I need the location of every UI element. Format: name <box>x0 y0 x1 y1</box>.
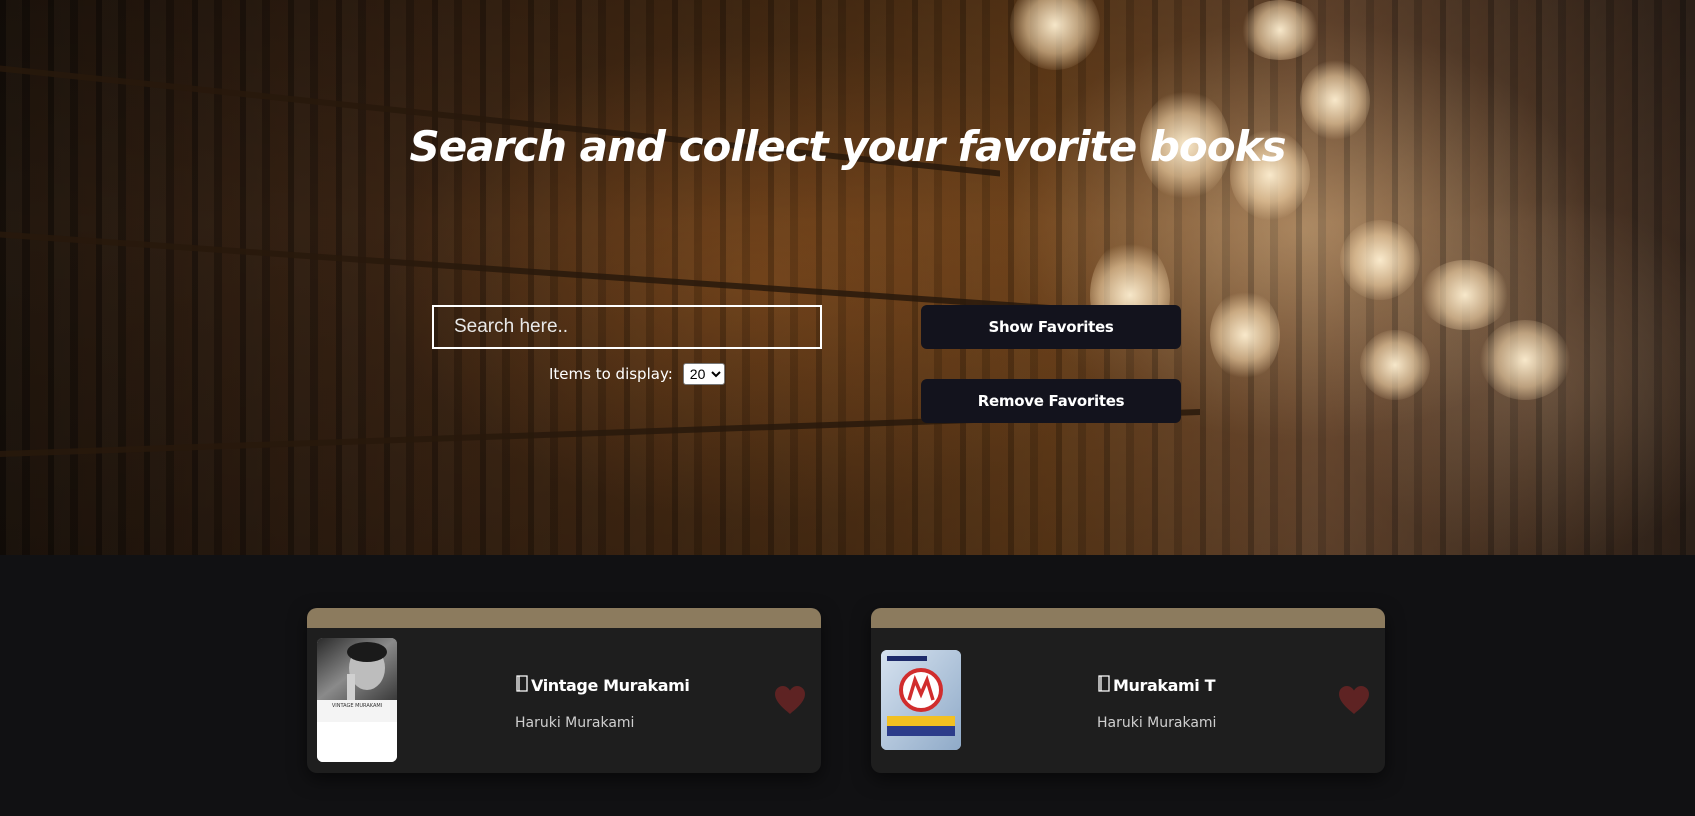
search-input[interactable] <box>432 305 822 349</box>
book-cover-image[interactable]: VINTAGE MURAKAMI <box>317 638 397 762</box>
bulb-decoration <box>1480 320 1570 400</box>
hero-banner <box>0 0 1695 555</box>
card-header-band <box>871 608 1385 628</box>
items-to-display-select[interactable]: 20 <box>682 363 725 385</box>
items-to-display-label: Items to display: <box>549 365 673 383</box>
book-icon <box>1097 675 1111 696</box>
book-cover-text: VINTAGE MURAKAMI <box>332 703 382 709</box>
book-title-text: Vintage Murakami <box>531 676 690 695</box>
items-to-display-row: Items to display: 20 <box>549 362 725 386</box>
book-author: Haruki Murakami <box>1097 715 1217 731</box>
book-icon <box>515 675 529 696</box>
page-title: Search and collect your favorite books <box>409 122 1286 171</box>
book-title: Vintage Murakami <box>515 675 690 696</box>
book-card: VINTAGE MURAKAMI Vintage Murakami Haruki… <box>307 608 821 773</box>
favorite-heart-icon[interactable] <box>773 685 807 715</box>
shelf-decoration <box>0 231 1100 315</box>
show-favorites-button[interactable]: Show Favorites <box>921 305 1181 349</box>
book-card: Murakami T Haruki Murakami <box>871 608 1385 773</box>
bulb-decoration <box>1340 220 1420 300</box>
book-cover-image[interactable] <box>881 650 961 750</box>
book-title-text: Murakami T <box>1113 676 1216 695</box>
bulb-decoration <box>1420 260 1510 330</box>
remove-favorites-button[interactable]: Remove Favorites <box>921 379 1181 423</box>
card-header-band <box>307 608 821 628</box>
favorite-heart-icon[interactable] <box>1337 685 1371 715</box>
bulb-decoration <box>1210 290 1280 380</box>
bulb-decoration <box>1360 330 1430 400</box>
bulb-decoration <box>1240 0 1320 60</box>
bulb-decoration <box>1010 0 1100 70</box>
book-author: Haruki Murakami <box>515 715 635 731</box>
book-title: Murakami T <box>1097 675 1215 696</box>
